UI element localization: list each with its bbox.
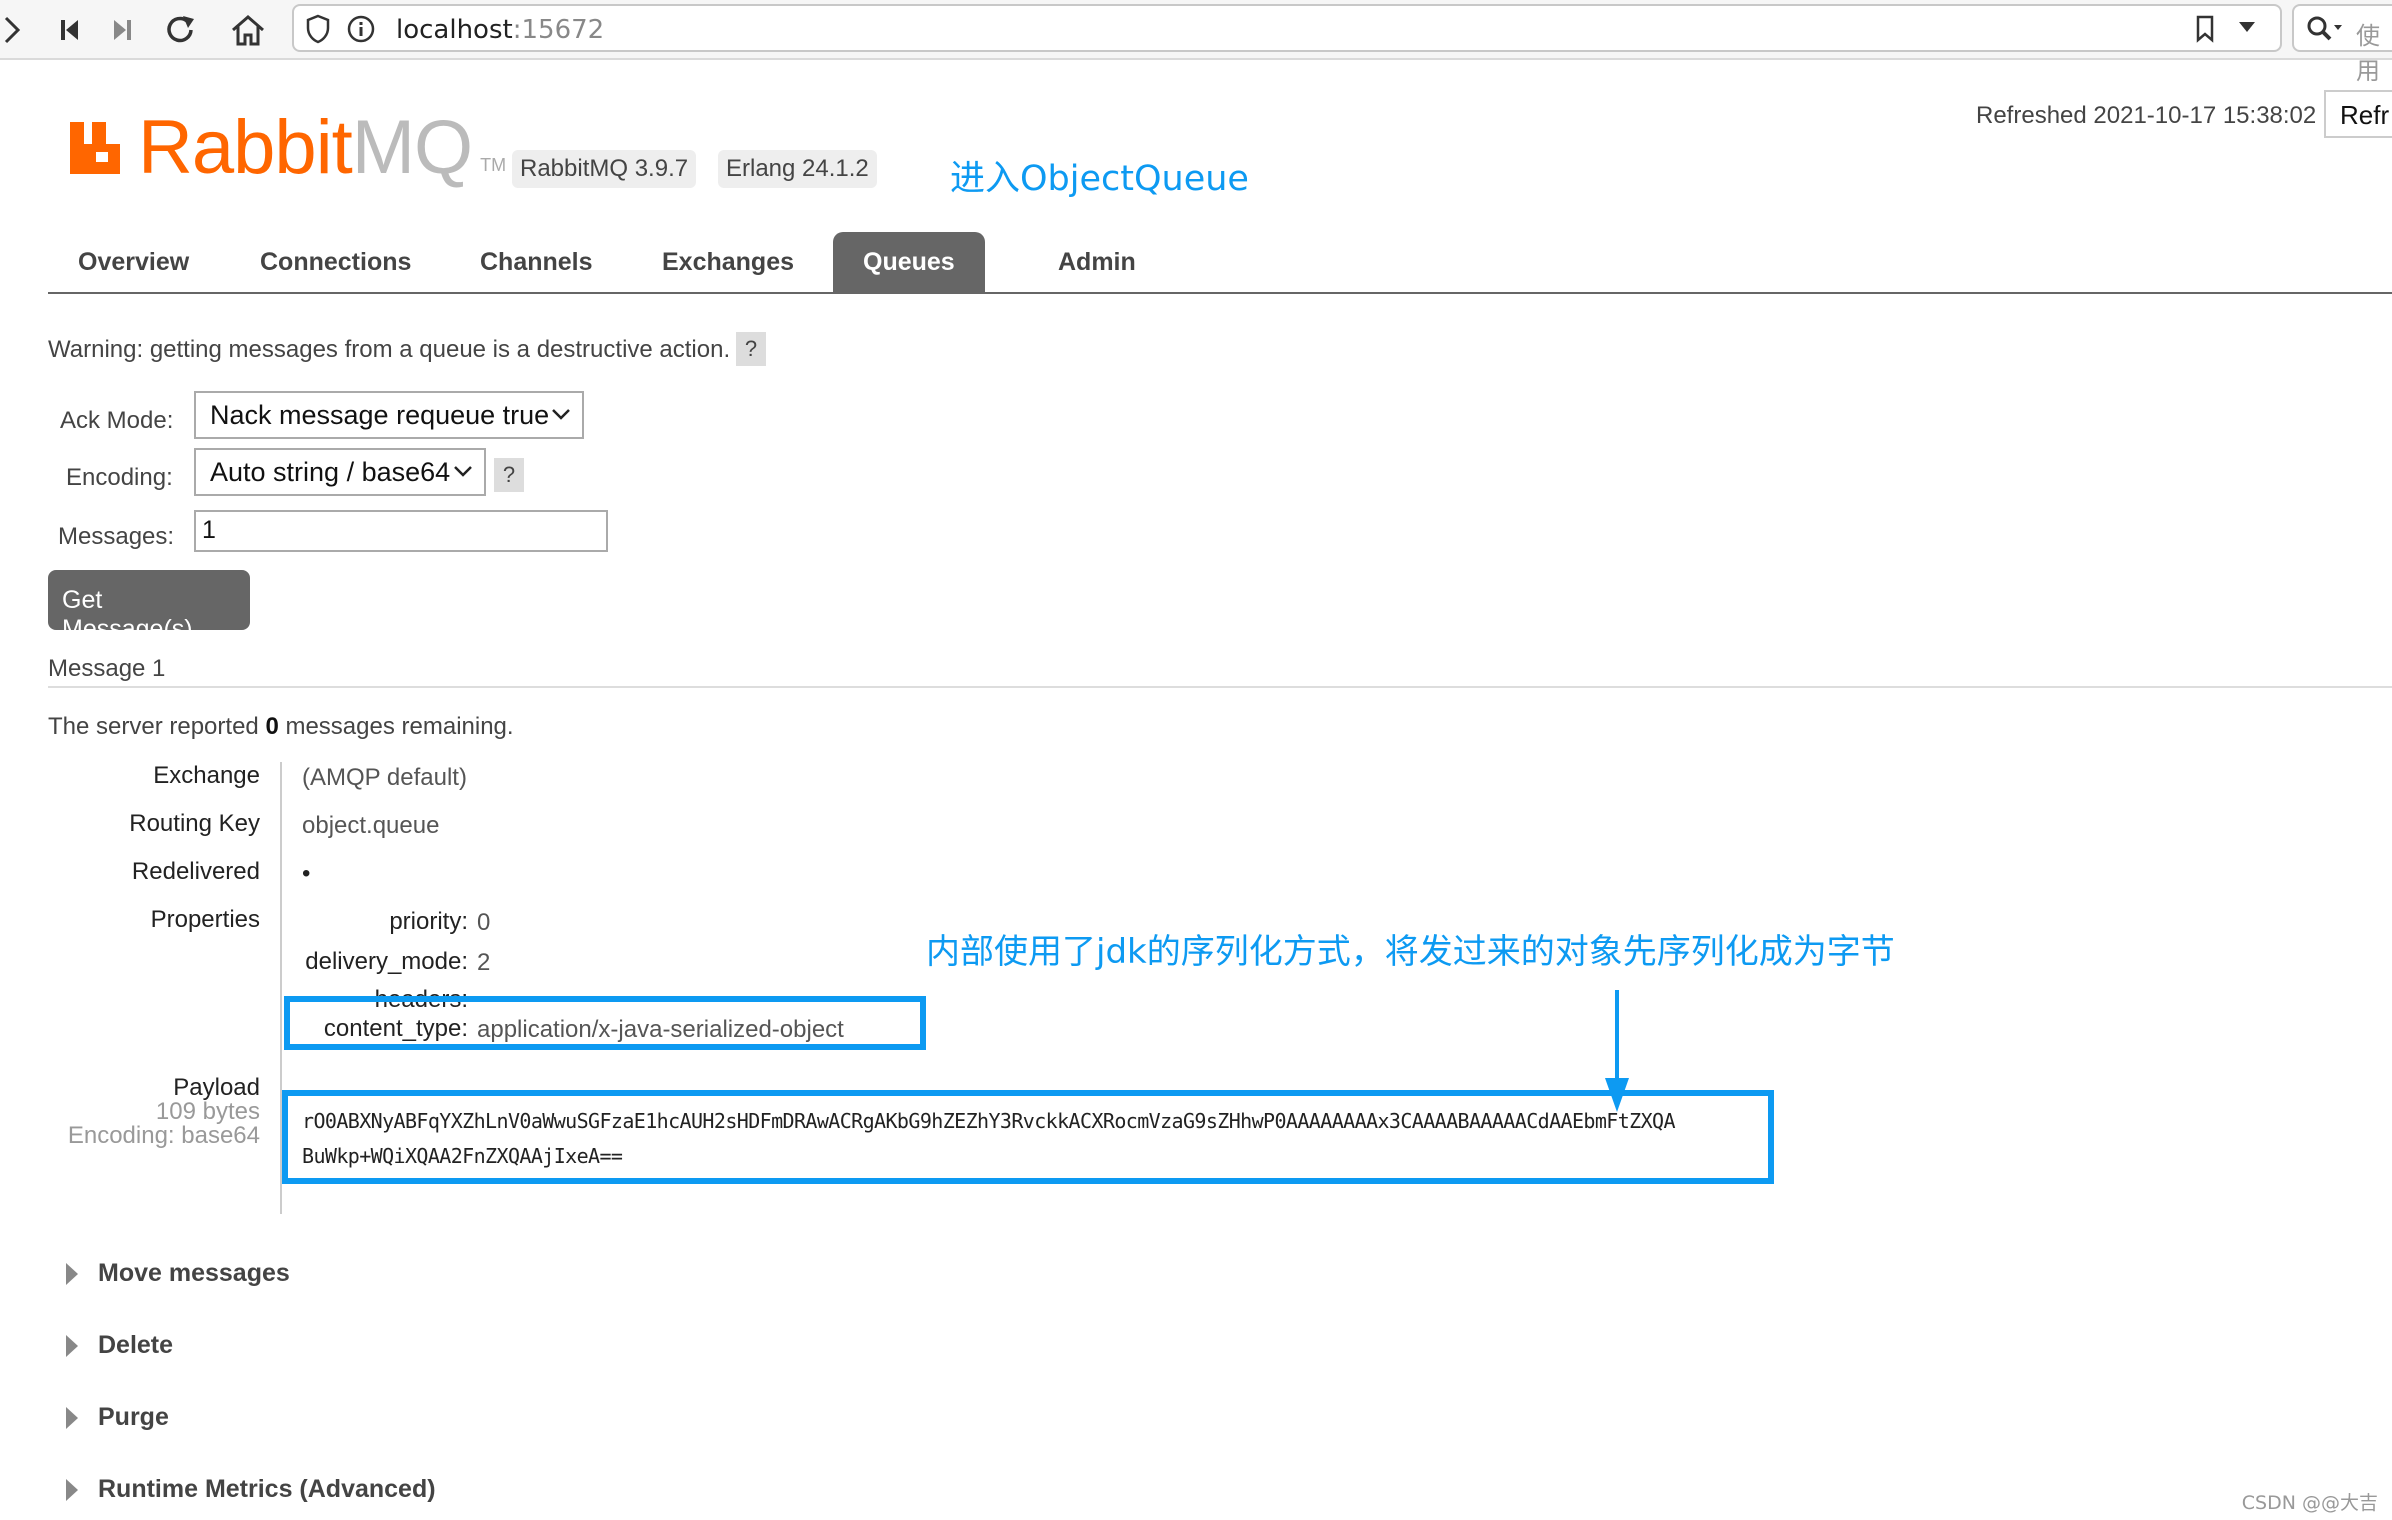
encoding-label: Encoding: — [66, 464, 173, 491]
messages-count-input[interactable]: 1 — [194, 510, 608, 552]
section-purge[interactable]: Purge — [66, 1403, 169, 1432]
skip-forward-icon[interactable] — [100, 8, 144, 52]
expand-arrow-icon — [66, 1262, 78, 1285]
section-delete[interactable]: Delete — [66, 1331, 173, 1360]
csdn-watermark: CSDN @@大吉 — [2241, 1492, 2378, 1514]
info-icon[interactable] — [346, 14, 376, 49]
chevron-down-icon — [552, 409, 570, 420]
tab-queues[interactable]: Queues — [833, 232, 985, 292]
warning-help-button[interactable]: ? — [736, 332, 766, 366]
section-runtime-metrics-label: Runtime Metrics (Advanced) — [98, 1475, 436, 1503]
expand-arrow-icon — [66, 1406, 78, 1429]
remaining-count: 0 — [265, 713, 279, 740]
section-purge-label: Purge — [98, 1403, 169, 1431]
rabbitmq-logo[interactable]: RabbitMQ TM — [68, 108, 506, 188]
tab-channels[interactable]: Channels — [450, 232, 623, 292]
refreshed-timestamp: Refreshed 2021-10-17 15:38:02 — [1976, 102, 2317, 129]
dropdown-icon[interactable] — [2238, 20, 2256, 39]
skip-back-icon[interactable] — [48, 8, 92, 52]
url-bar[interactable]: localhost:15672 — [292, 4, 2282, 52]
tab-admin[interactable]: Admin — [1028, 232, 1166, 292]
messages-label: Messages: — [58, 523, 175, 550]
get-messages-button[interactable]: Get Message(s) — [48, 570, 250, 643]
ack-mode-value: Nack message requeue true — [210, 400, 550, 430]
section-delete-label: Delete — [98, 1331, 174, 1359]
url-host: localhost — [396, 15, 513, 45]
redelivered-label: Redelivered — [131, 858, 260, 885]
encoding-help-button[interactable]: ? — [494, 458, 524, 492]
main-tabs: Overview Connections Channels Exchanges … — [48, 232, 2392, 294]
remaining-prefix: The server reported — [48, 713, 266, 740]
logo-mq-text: MQ — [351, 105, 473, 190]
arrow-down-icon — [1605, 990, 1629, 1112]
encoding-value: Auto string / base64 — [210, 457, 451, 487]
tab-connections[interactable]: Connections — [230, 232, 441, 292]
rabbitmq-version-badge: RabbitMQ 3.9.7 — [512, 150, 697, 188]
message-heading: Message 1 — [48, 655, 166, 682]
destructive-warning: Warning: getting messages from a queue i… — [48, 336, 731, 363]
content-type-highlight-box — [284, 996, 926, 1050]
tab-overview[interactable]: Overview — [48, 232, 219, 292]
url-text[interactable]: localhost:15672 — [396, 15, 604, 45]
exchange-label: Exchange — [153, 762, 260, 789]
chevron-down-icon — [454, 466, 472, 477]
ack-mode-select[interactable]: Nack message requeue true — [194, 391, 584, 439]
shield-icon[interactable] — [306, 14, 330, 49]
properties-label: Properties — [150, 906, 260, 933]
redelivered-value: • — [302, 860, 311, 887]
logo-rabbit-text: Rabbit — [138, 105, 353, 190]
logo-trademark: TM — [480, 155, 507, 175]
payload-encoding: Encoding: base64 — [67, 1122, 260, 1149]
section-divider — [48, 686, 2392, 688]
priority-value: 0 — [477, 909, 491, 936]
search-placeholder: 使用 — [2356, 22, 2380, 85]
section-move-messages-label: Move messages — [98, 1259, 290, 1287]
delivery-mode-value: 2 — [477, 949, 491, 976]
annotation-serialization-note: 内部使用了jdk的序列化方式，将发过来的对象先序列化成为字节 — [926, 932, 1895, 972]
home-icon[interactable] — [226, 8, 270, 52]
rabbit-logo-icon — [70, 122, 120, 174]
refresh-button[interactable]: Refr — [2324, 90, 2392, 138]
routing-key-label: Routing Key — [129, 810, 260, 837]
logo-wordmark: RabbitMQ — [138, 105, 473, 190]
search-box[interactable]: 使用 — [2292, 4, 2392, 85]
section-runtime-metrics[interactable]: Runtime Metrics (Advanced) — [66, 1475, 436, 1504]
expand-arrow-icon — [66, 1478, 78, 1501]
tab-exchanges[interactable]: Exchanges — [632, 232, 824, 292]
bookmark-icon[interactable] — [2194, 14, 2216, 49]
exchange-value: (AMQP default) — [302, 764, 467, 791]
priority-label: priority: — [389, 908, 468, 935]
search-icon — [2306, 15, 2344, 48]
remaining-text: The server reported 0 messages remaining… — [48, 713, 514, 741]
payload-highlight-box — [282, 1090, 1774, 1184]
annotation-enter-queue: 进入ObjectQueue — [950, 159, 1249, 199]
browser-toolbar: localhost:15672 使用 — [0, 0, 2392, 85]
encoding-select[interactable]: Auto string / base64 — [194, 448, 486, 496]
erlang-version-badge: Erlang 24.1.2 — [718, 150, 877, 188]
delivery-mode-label: delivery_mode: — [305, 948, 468, 975]
expand-arrow-icon — [66, 1334, 78, 1357]
chevron-right-icon[interactable] — [0, 8, 34, 52]
url-port: :15672 — [512, 15, 605, 45]
section-move-messages[interactable]: Move messages — [66, 1259, 290, 1288]
remaining-suffix: messages remaining. — [278, 713, 514, 740]
reload-icon[interactable] — [158, 8, 202, 52]
ack-mode-label: Ack Mode: — [60, 407, 174, 434]
routing-key-value: object.queue — [302, 812, 440, 839]
